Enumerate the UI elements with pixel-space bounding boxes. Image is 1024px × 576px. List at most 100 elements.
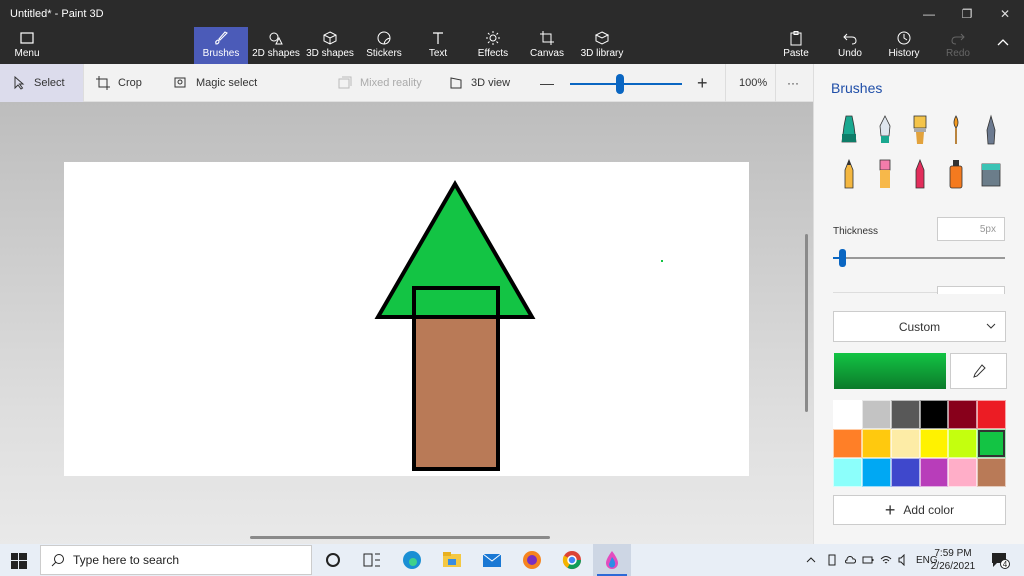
maximize-button[interactable]: ❐ [948, 0, 986, 28]
palette-swatch[interactable] [890, 400, 920, 429]
tab-effects[interactable]: Effects [474, 27, 512, 64]
horizontal-scrollbar[interactable] [250, 536, 550, 539]
color-mode-dropdown[interactable]: Custom [833, 311, 1006, 342]
paint3d-icon [606, 551, 618, 569]
select-tool[interactable]: Select [0, 64, 83, 102]
undo-button[interactable]: Undo [836, 27, 864, 64]
palette-swatch[interactable] [948, 429, 978, 458]
chrome-icon[interactable] [561, 549, 583, 571]
watercolor-brush-icon[interactable] [944, 114, 968, 146]
add-color-button[interactable]: + Add color [833, 495, 1006, 525]
oil-brush-icon[interactable] [908, 114, 932, 146]
edge-browser-icon[interactable] [401, 549, 423, 571]
palette-swatch[interactable] [948, 458, 978, 487]
undo-icon [843, 33, 857, 45]
palette-swatch[interactable] [833, 429, 862, 458]
drawing-canvas[interactable] [64, 162, 749, 476]
palette-swatch[interactable] [919, 429, 949, 458]
palette-swatch[interactable] [977, 458, 1006, 487]
paint3d-taskbar-button[interactable] [593, 544, 631, 576]
palette-swatch[interactable] [861, 429, 891, 458]
action-center-button[interactable]: 4 [990, 551, 1010, 569]
palette-swatch[interactable] [919, 458, 949, 487]
cloud-icon[interactable] [844, 554, 856, 566]
fill-bucket-icon[interactable] [979, 158, 1003, 190]
opacity-input-partial[interactable] [937, 286, 1005, 294]
mail-icon[interactable] [481, 549, 503, 571]
phone-icon[interactable] [826, 554, 838, 566]
wifi-icon[interactable] [880, 554, 892, 566]
tab-3d-shapes[interactable]: 3D shapes [306, 27, 354, 64]
cortana-icon[interactable] [322, 549, 344, 571]
vertical-scrollbar[interactable] [805, 234, 808, 412]
tab-stickers[interactable]: Stickers [364, 27, 404, 64]
search-icon [51, 554, 64, 567]
pencil-icon[interactable] [837, 158, 861, 190]
tab-canvas[interactable]: Canvas [528, 27, 566, 64]
zoom-slider-track[interactable] [570, 83, 682, 85]
palette-swatch[interactable] [833, 400, 862, 429]
brush-icon [215, 31, 228, 45]
spray-can-icon[interactable] [944, 158, 968, 190]
eraser-icon[interactable] [873, 158, 897, 190]
eyedropper-button[interactable] [950, 353, 1007, 389]
task-view-icon[interactable] [361, 549, 383, 571]
divider [725, 64, 726, 102]
green-dot [661, 260, 663, 262]
tree-top-triangle[interactable] [374, 180, 536, 319]
tree-trunk-rect[interactable] [412, 315, 500, 471]
3d-view-button[interactable]: 3D view [449, 64, 510, 102]
chevron-up-icon[interactable] [806, 555, 816, 565]
file-explorer-icon[interactable] [441, 549, 463, 571]
magic-select-icon [174, 77, 186, 88]
palette-swatch[interactable] [861, 400, 891, 429]
thickness-input[interactable]: 5px [937, 217, 1005, 241]
palette-swatch[interactable] [890, 458, 920, 487]
mixed-reality-button[interactable]: Mixed reality [338, 64, 422, 102]
pixel-pen-icon[interactable] [979, 114, 1003, 146]
close-button[interactable]: ✕ [986, 0, 1024, 28]
thickness-slider-track[interactable] [833, 257, 1005, 259]
battery-icon[interactable] [862, 554, 874, 566]
clock[interactable]: 7:59 PM 2/26/2021 [924, 547, 982, 573]
history-icon [897, 31, 911, 45]
firefox-icon[interactable] [521, 549, 543, 571]
color-palette [833, 400, 1006, 487]
windows-start-icon[interactable] [11, 553, 27, 569]
tab-brushes[interactable]: Brushes [194, 27, 248, 64]
palette-swatch[interactable] [890, 429, 920, 458]
magic-select-tool[interactable]: Magic select [174, 64, 257, 102]
marker-brush-icon[interactable] [837, 114, 861, 146]
palette-swatch[interactable] [977, 429, 1006, 458]
palette-swatch[interactable] [861, 458, 891, 487]
thickness-slider-thumb[interactable] [839, 249, 846, 267]
crayon-icon[interactable] [908, 158, 932, 190]
zoom-in-button[interactable]: + [697, 64, 708, 102]
current-color-swatch[interactable] [834, 353, 946, 389]
text-icon [433, 32, 443, 44]
3d-view-icon [450, 77, 462, 89]
calligraphy-pen-icon[interactable] [873, 114, 897, 146]
tab-text[interactable]: Text [420, 27, 456, 64]
zoom-slider-thumb[interactable] [616, 74, 625, 94]
palette-swatch[interactable] [919, 400, 949, 429]
history-button[interactable]: History [886, 27, 922, 64]
crop-tool[interactable]: Crop [96, 64, 142, 102]
palette-swatch[interactable] [833, 458, 862, 487]
taskbar-search[interactable]: Type here to search [40, 545, 312, 575]
palette-swatch[interactable] [948, 400, 978, 429]
zoom-level[interactable]: 100% [739, 64, 767, 102]
volume-icon[interactable] [898, 554, 910, 566]
sticker-icon [377, 31, 391, 45]
redo-button[interactable]: Redo [944, 27, 972, 64]
tab-3d-library[interactable]: 3D library [578, 27, 626, 64]
more-options-button[interactable]: ··· [787, 64, 799, 102]
palette-swatch[interactable] [977, 400, 1006, 429]
menu-button[interactable]: Menu [10, 27, 44, 64]
tab-2d-shapes[interactable]: 2D shapes [250, 27, 302, 64]
zoom-out-button[interactable]: — [540, 64, 554, 102]
paste-button[interactable]: Paste [780, 27, 812, 64]
shapes-2d-icon [269, 32, 283, 45]
minimize-button[interactable]: — [910, 0, 948, 28]
collapse-ribbon-chevron-icon[interactable] [996, 36, 1010, 53]
